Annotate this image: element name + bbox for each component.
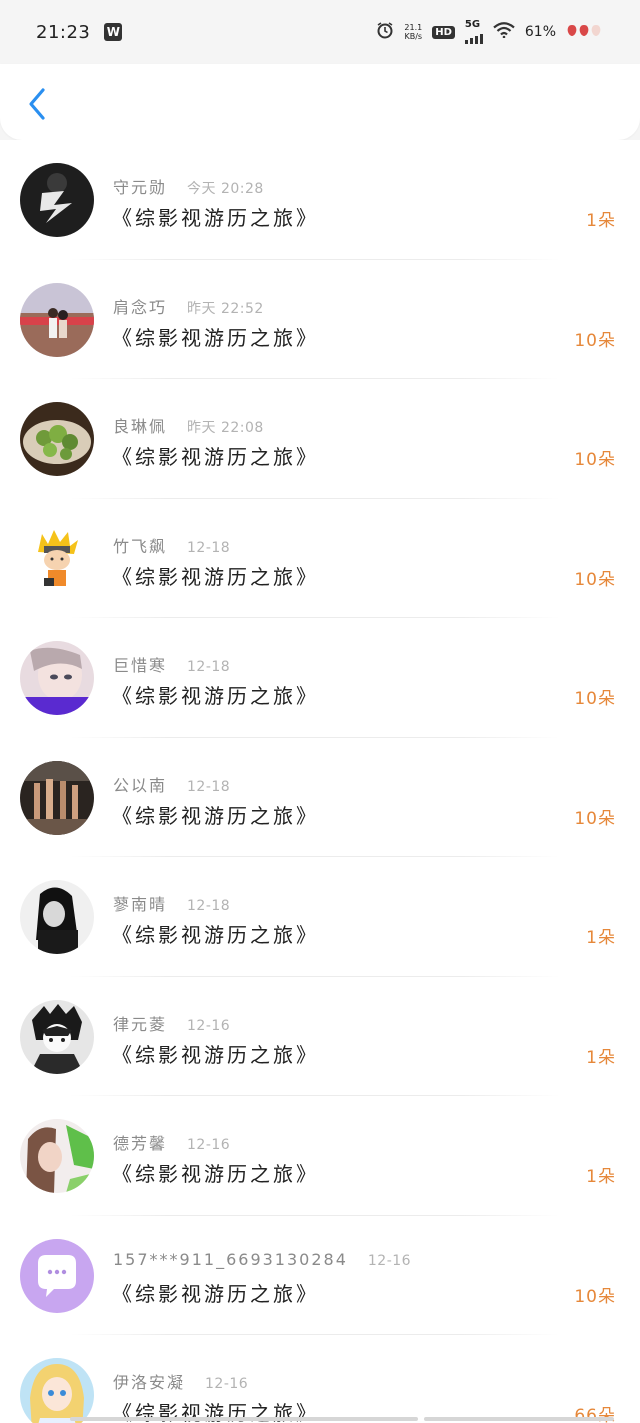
username: 157***911_6693130284 xyxy=(113,1249,348,1269)
username: 巨惜寒 xyxy=(113,656,168,675)
avatar[interactable] xyxy=(20,402,94,476)
timestamp: 12-16 xyxy=(187,1017,231,1034)
timestamp: 12-16 xyxy=(205,1376,249,1392)
timestamp: 昨天 22:08 xyxy=(187,420,264,436)
list-item[interactable]: 德芳馨 12-16 《综影视游历之旅》 1朵 xyxy=(0,1096,640,1216)
timestamp: 昨天 22:52 xyxy=(187,300,264,317)
book-title: 《综影视游历之旅》 xyxy=(112,1281,319,1306)
network-speed-unit: KB/s xyxy=(404,32,423,41)
gift-amount: 10朵 xyxy=(574,808,616,829)
avatar[interactable] xyxy=(20,163,94,237)
name-line: 肩念巧 昨天 22:52 xyxy=(113,294,264,318)
list-item[interactable]: 157***911_6693130284 12-16 《综影视游历之旅》 10朵 xyxy=(0,1216,640,1335)
chevron-left-icon xyxy=(29,88,45,120)
book-title: 《综影视游历之旅》 xyxy=(112,923,319,947)
top-navigation-bar xyxy=(0,64,640,140)
status-bar: 21:23 W 21.1 KB/s HD 5G 61% xyxy=(0,0,640,64)
book-title: 《综影视游历之旅》 xyxy=(112,206,319,230)
username: 伊洛安凝 xyxy=(113,1373,186,1392)
gift-amount: 10朵 xyxy=(574,330,616,351)
username: 肩念巧 xyxy=(113,297,168,317)
gift-amount: 1朵 xyxy=(586,928,616,948)
horizontal-scrollbar-left[interactable] xyxy=(70,1417,418,1421)
back-button[interactable] xyxy=(22,84,52,124)
list-item[interactable]: 伊洛安凝 12-16 《综影视游历之旅》 66朵 xyxy=(0,1335,640,1423)
strawberry-battery-icon xyxy=(566,23,604,41)
username: 守元勋 xyxy=(113,178,168,197)
status-bar-right: 21.1 KB/s HD 5G 61% xyxy=(376,20,604,44)
list-item[interactable]: 蓼南晴 12-18 《综影视游历之旅》 1朵 xyxy=(0,857,640,977)
gift-record-list[interactable]: 守元勋 今天 20:28 《综影视游历之旅》 1朵 肩念巧 昨天 22:52 《… xyxy=(0,140,640,1423)
signal-bars-icon xyxy=(464,30,483,44)
book-title: 《综影视游历之旅》 xyxy=(112,684,319,708)
name-line: 德芳馨 12-16 xyxy=(113,1130,230,1154)
timestamp: 12-18 xyxy=(187,778,231,795)
list-item[interactable]: 竹飞飙 12-18 《综影视游历之旅》 10朵 xyxy=(0,499,640,618)
network-speed-value: 21.1 xyxy=(404,23,423,32)
battery-level: 61% xyxy=(524,24,556,40)
book-title: 《综影视游历之旅》 xyxy=(112,325,319,350)
username: 公以南 xyxy=(113,775,168,795)
timestamp: 12-18 xyxy=(187,659,231,675)
avatar[interactable] xyxy=(20,1238,94,1313)
avatar[interactable] xyxy=(20,521,94,596)
avatar[interactable] xyxy=(20,760,94,835)
username: 蓼南晴 xyxy=(113,895,168,914)
hd-badge: HD xyxy=(432,25,455,39)
book-title: 《综影视游历之旅》 xyxy=(112,1042,319,1067)
list-item[interactable]: 肩念巧 昨天 22:52 《综影视游历之旅》 10朵 xyxy=(0,260,640,379)
horizontal-scrollbar-right[interactable] xyxy=(424,1417,614,1421)
gift-amount: 1朵 xyxy=(586,211,616,231)
name-line: 巨惜寒 12-18 xyxy=(113,652,230,676)
network-speed: 21.1 KB/s xyxy=(404,23,422,41)
timestamp: 12-18 xyxy=(187,539,231,556)
gift-amount: 10朵 xyxy=(574,450,616,470)
status-time: 21:23 xyxy=(36,21,91,43)
gift-amount: 10朵 xyxy=(574,569,616,590)
avatar[interactable] xyxy=(20,282,94,357)
username: 良琳佩 xyxy=(113,417,168,436)
wps-app-icon: W xyxy=(104,23,123,41)
list-item[interactable]: 律元菱 12-16 《综影视游历之旅》 1朵 xyxy=(0,977,640,1096)
username: 德芳馨 xyxy=(113,1134,168,1153)
name-line: 157***911_6693130284 12-16 xyxy=(113,1250,411,1269)
alarm-icon xyxy=(376,21,394,43)
gift-amount: 10朵 xyxy=(574,1286,616,1307)
username: 竹飞飙 xyxy=(113,536,168,556)
list-item[interactable]: 巨惜寒 12-18 《综影视游历之旅》 10朵 xyxy=(0,618,640,738)
book-title: 《综影视游历之旅》 xyxy=(112,803,319,828)
book-title: 《综影视游历之旅》 xyxy=(112,445,319,469)
name-line: 公以南 12-18 xyxy=(113,772,230,796)
list-item[interactable]: 守元勋 今天 20:28 《综影视游历之旅》 1朵 xyxy=(0,140,640,260)
avatar[interactable] xyxy=(20,880,94,954)
name-line: 律元菱 12-16 xyxy=(113,1011,230,1035)
cellular-signal: 5G xyxy=(464,19,483,44)
book-title: 《综影视游历之旅》 xyxy=(112,1162,319,1186)
avatar[interactable] xyxy=(20,1358,94,1423)
name-line: 良琳佩 昨天 22:08 xyxy=(113,413,264,437)
wifi-icon xyxy=(493,22,515,42)
list-item[interactable]: 良琳佩 昨天 22:08 《综影视游历之旅》 10朵 xyxy=(0,379,640,499)
book-title: 《综影视游历之旅》 xyxy=(112,564,319,589)
avatar[interactable] xyxy=(20,999,94,1074)
timestamp: 今天 20:28 xyxy=(187,181,264,197)
gift-amount: 10朵 xyxy=(574,689,616,709)
name-line: 伊洛安凝 12-16 xyxy=(113,1369,248,1393)
username: 律元菱 xyxy=(113,1014,168,1034)
name-line: 守元勋 今天 20:28 xyxy=(113,174,264,198)
gift-amount: 1朵 xyxy=(586,1167,616,1187)
status-bar-left: 21:23 W xyxy=(36,21,123,43)
network-type: 5G xyxy=(464,19,481,30)
list-item[interactable]: 公以南 12-18 《综影视游历之旅》 10朵 xyxy=(0,738,640,857)
timestamp: 12-18 xyxy=(187,898,231,914)
avatar[interactable] xyxy=(20,1119,94,1193)
name-line: 蓼南晴 12-18 xyxy=(113,891,230,915)
avatar[interactable] xyxy=(20,641,94,715)
timestamp: 12-16 xyxy=(187,1137,231,1153)
name-line: 竹飞飙 12-18 xyxy=(113,533,230,557)
gift-amount: 1朵 xyxy=(586,1047,616,1068)
timestamp: 12-16 xyxy=(367,1252,412,1269)
